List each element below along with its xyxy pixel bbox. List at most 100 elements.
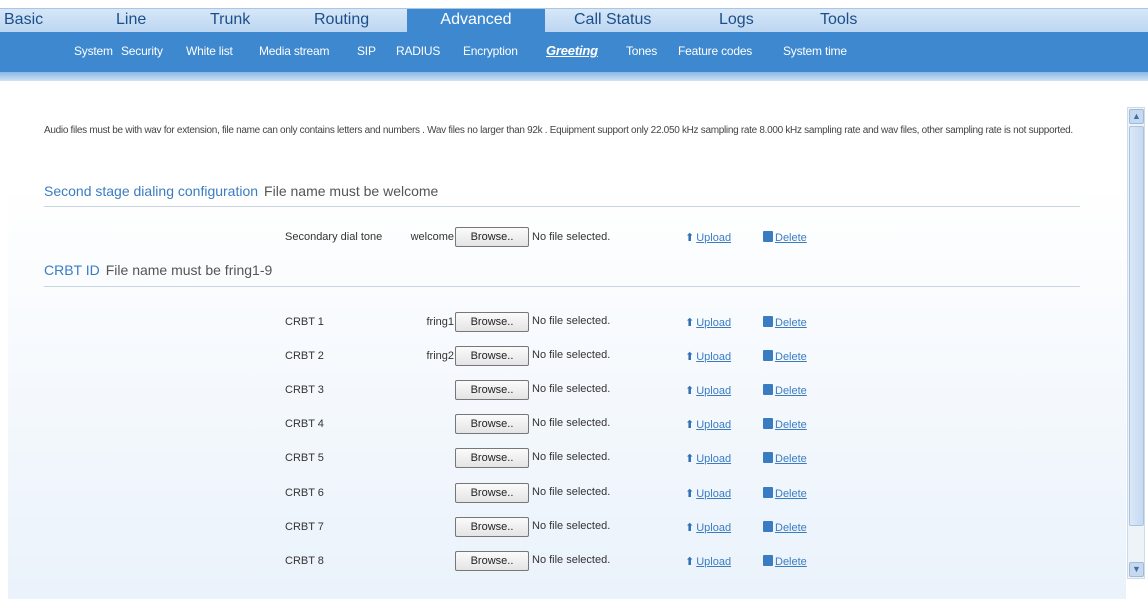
tab-call-status[interactable]: Call Status: [574, 9, 651, 33]
upload-label: Upload: [696, 232, 732, 244]
upload-label: Upload: [696, 488, 732, 500]
tab-routing[interactable]: Routing: [314, 9, 369, 33]
file-status: No file selected.: [532, 417, 611, 429]
file-status: No file selected.: [532, 315, 611, 327]
crbt-label: CRBT 2: [285, 350, 324, 362]
browse-button[interactable]: Browse..: [455, 414, 529, 434]
upload-label: Upload: [696, 419, 732, 431]
crbt-label: CRBT 6: [285, 487, 324, 499]
trash-can-icon: [763, 452, 773, 463]
browse-button[interactable]: Browse..: [455, 312, 529, 332]
scroll-thumb[interactable]: [1129, 126, 1144, 526]
section-divider: [44, 286, 1080, 287]
upload-label: Upload: [696, 317, 732, 329]
delete-link[interactable]: Delete: [763, 384, 807, 397]
upload-arrow-icon: ⬆: [685, 385, 695, 397]
upload-arrow-icon: ⬆: [685, 522, 695, 534]
tab-advanced[interactable]: Advanced: [407, 9, 545, 33]
upload-label: Upload: [696, 522, 732, 534]
upload-arrow-icon: ⬆: [685, 232, 695, 244]
upload-requirements-note: Audio files must be with wav for extensi…: [44, 125, 1073, 136]
browse-button[interactable]: Browse..: [455, 227, 529, 247]
delete-link[interactable]: Delete: [763, 231, 807, 244]
delete-label: Delete: [775, 317, 807, 329]
subnav-feature-codes[interactable]: Feature codes: [678, 44, 752, 58]
subnav-tones[interactable]: Tones: [626, 44, 657, 58]
browse-button[interactable]: Browse..: [455, 380, 529, 400]
upload-label: Upload: [696, 453, 732, 465]
subnav-system-time[interactable]: System time: [783, 44, 847, 58]
trash-can-icon: [763, 231, 773, 242]
subnav-radius[interactable]: RADIUS: [396, 44, 440, 58]
upload-link[interactable]: ⬆ Upload: [685, 521, 731, 534]
delete-link[interactable]: Delete: [763, 316, 807, 329]
section-divider: [44, 206, 1080, 207]
browse-button[interactable]: Browse..: [455, 551, 529, 571]
delete-link[interactable]: Delete: [763, 418, 807, 431]
upload-arrow-icon: ⬆: [685, 317, 695, 329]
file-status: No file selected.: [532, 231, 611, 243]
tab-logs[interactable]: Logs: [719, 9, 754, 33]
main-nav: Basic Line Trunk Routing Advanced Call S…: [0, 8, 1148, 33]
crbt-label: CRBT 5: [285, 452, 324, 464]
chevron-down-icon[interactable]: ▼: [1129, 562, 1144, 577]
delete-link[interactable]: Delete: [763, 487, 807, 500]
trash-can-icon: [763, 521, 773, 532]
crbt-section-title: CRBT ID File name must be fring1-9: [44, 262, 272, 278]
crbt-label: CRBT 4: [285, 418, 324, 430]
delete-link[interactable]: Delete: [763, 350, 807, 363]
browse-button[interactable]: Browse..: [455, 517, 529, 537]
upload-link[interactable]: ⬆ Upload: [685, 555, 731, 568]
second-stage-hint: File name must be welcome: [264, 183, 439, 199]
trash-can-icon: [763, 316, 773, 327]
file-status: No file selected.: [532, 520, 611, 532]
delete-label: Delete: [775, 522, 807, 534]
browse-button[interactable]: Browse..: [455, 346, 529, 366]
file-status: No file selected.: [532, 383, 611, 395]
subnav-greeting[interactable]: Greeting: [546, 43, 598, 58]
tab-basic[interactable]: Basic: [4, 9, 43, 33]
browse-button[interactable]: Browse..: [455, 448, 529, 468]
file-status: No file selected.: [532, 349, 611, 361]
second-stage-section-title: Second stage dialing configuration File n…: [44, 183, 438, 199]
delete-label: Delete: [775, 419, 807, 431]
crbt-filename: fring2: [426, 350, 454, 362]
subnav-security[interactable]: Security: [121, 44, 163, 58]
delete-link[interactable]: Delete: [763, 521, 807, 534]
trash-can-icon: [763, 555, 773, 566]
upload-link[interactable]: ⬆ Upload: [685, 384, 731, 397]
upload-link[interactable]: ⬆ Upload: [685, 316, 731, 329]
crbt-filename: fring1: [426, 316, 454, 328]
delete-label: Delete: [775, 351, 807, 363]
crbt-label: CRBT 1: [285, 316, 324, 328]
secondary-dial-tone-label: Secondary dial tone: [285, 231, 383, 243]
chevron-up-icon[interactable]: ▲: [1129, 109, 1144, 124]
secondary-dial-tone-filename: welcome: [410, 231, 454, 243]
upload-link[interactable]: ⬆ Upload: [685, 418, 731, 431]
tab-line[interactable]: Line: [116, 9, 146, 33]
crbt-label: CRBT 7: [285, 521, 324, 533]
upload-link[interactable]: ⬆ Upload: [685, 452, 731, 465]
crbt-label: CRBT 3: [285, 384, 324, 396]
subnav-media-stream[interactable]: Media stream: [259, 44, 329, 58]
trash-can-icon: [763, 384, 773, 395]
delete-link[interactable]: Delete: [763, 555, 807, 568]
upload-arrow-icon: ⬆: [685, 556, 695, 568]
upload-link[interactable]: ⬆ Upload: [685, 231, 731, 244]
browse-button[interactable]: Browse..: [455, 483, 529, 503]
subnav-system[interactable]: System: [74, 44, 113, 58]
crbt-hint: File name must be fring1-9: [105, 262, 273, 278]
delete-label: Delete: [775, 453, 807, 465]
upload-label: Upload: [696, 556, 732, 568]
subnav-sip[interactable]: SIP: [357, 44, 376, 58]
tab-trunk[interactable]: Trunk: [210, 9, 250, 33]
tab-tools[interactable]: Tools: [820, 9, 857, 33]
subnav-encryption[interactable]: Encryption: [463, 44, 518, 58]
upload-arrow-icon: ⬆: [685, 453, 695, 465]
upload-link[interactable]: ⬆ Upload: [685, 487, 731, 500]
delete-link[interactable]: Delete: [763, 452, 807, 465]
vertical-scrollbar[interactable]: ▲ ▼: [1127, 107, 1145, 579]
upload-link[interactable]: ⬆ Upload: [685, 350, 731, 363]
delete-label: Delete: [775, 556, 807, 568]
subnav-white-list[interactable]: White list: [186, 44, 233, 58]
